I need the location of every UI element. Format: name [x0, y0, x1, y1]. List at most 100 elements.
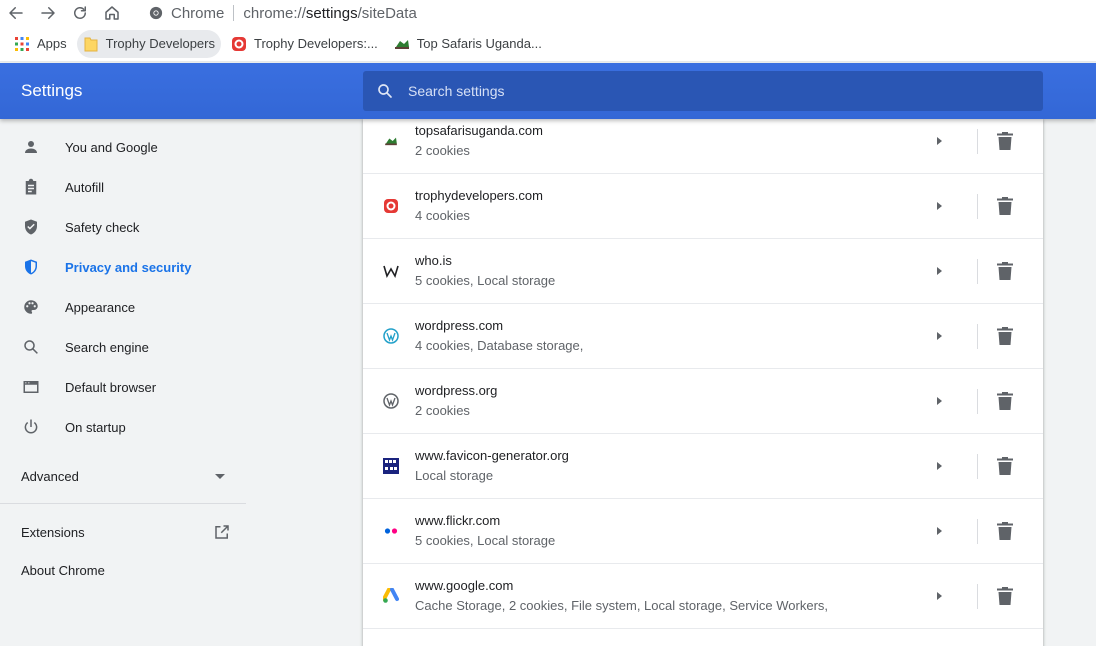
google-ads-favicon	[383, 588, 399, 604]
sidebar-item-appearance[interactable]: Appearance	[0, 287, 246, 327]
row-separator	[977, 324, 978, 349]
arrow-right-icon	[41, 7, 55, 19]
trash-icon	[997, 327, 1013, 345]
sidebar-item-search-engine[interactable]: Search engine	[0, 327, 246, 367]
expand-arrow-icon[interactable]	[929, 456, 949, 476]
delete-button[interactable]	[995, 326, 1015, 346]
bookmark-label: Trophy Developers	[105, 36, 215, 51]
clipboard-icon	[21, 177, 41, 197]
site-data-summary: Cache Storage, 2 cookies, File system, L…	[415, 598, 829, 613]
palette-icon	[21, 297, 41, 317]
site-data-summary: 2 cookies	[415, 143, 470, 158]
sidebar-item-label: On startup	[65, 419, 126, 435]
extensions-label: Extensions	[21, 524, 85, 540]
delete-button[interactable]	[995, 391, 1015, 411]
flickr-favicon	[383, 523, 399, 539]
site-row[interactable]: trophydevelopers.com 4 cookies	[363, 174, 1043, 239]
site-name: www.favicon-generator.org	[415, 448, 569, 463]
open-in-new-icon	[215, 525, 229, 539]
search-icon	[378, 84, 392, 98]
expand-arrow-icon[interactable]	[929, 586, 949, 606]
chrome-icon	[149, 6, 163, 20]
delete-button[interactable]	[995, 586, 1015, 606]
sidebar-item-autofill[interactable]: Autofill	[0, 167, 246, 207]
delete-button[interactable]	[995, 456, 1015, 476]
home-button[interactable]	[96, 0, 128, 26]
row-separator	[977, 389, 978, 414]
expand-arrow-icon[interactable]	[929, 131, 949, 151]
row-separator	[977, 519, 978, 544]
trophy-developers-favicon	[383, 198, 399, 214]
expand-arrow-icon[interactable]	[929, 326, 949, 346]
url-path: /siteData	[357, 4, 417, 22]
omnibox-brand: Chrome	[171, 4, 225, 22]
reload-button[interactable]	[64, 0, 96, 26]
back-button[interactable]	[0, 0, 32, 26]
top-safaris-favicon	[394, 36, 410, 52]
site-row[interactable]: who.is 5 cookies, Local storage	[363, 239, 1043, 304]
site-row[interactable]: wordpress.com 4 cookies, Database storag…	[363, 304, 1043, 369]
bookmark-folder-trophy[interactable]: Trophy Developers	[76, 29, 221, 58]
omnibox[interactable]: Chrome chrome://settings/siteData	[140, 0, 417, 26]
site-data-summary: 5 cookies, Local storage	[415, 273, 556, 288]
expand-arrow-icon[interactable]	[929, 521, 949, 541]
browser-icon	[21, 377, 41, 397]
url-scheme: chrome://	[243, 4, 306, 22]
url-host: settings	[305, 4, 358, 22]
delete-button[interactable]	[995, 196, 1015, 216]
sidebar-item-you-and-google[interactable]: You and Google	[0, 127, 246, 167]
search-box[interactable]	[363, 71, 1043, 111]
bookmark-trophy-developers[interactable]: Trophy Developers:...	[225, 30, 384, 58]
site-row[interactable]: www.favicon-generator.org Local storage	[363, 434, 1043, 499]
delete-button[interactable]	[995, 521, 1015, 541]
sidebar-item-label: Default browser	[65, 379, 157, 395]
sidebar-item-label: Safety check	[65, 219, 140, 235]
site-row[interactable]: www.flickr.com 5 cookies, Local storage	[363, 499, 1043, 564]
whois-favicon	[383, 263, 399, 279]
sidebar-item-label: You and Google	[65, 139, 158, 155]
search-input[interactable]	[408, 83, 1008, 99]
wordpress-com-favicon	[383, 328, 399, 344]
sidebar-divider	[0, 503, 246, 504]
bookmark-label: Apps	[37, 36, 67, 51]
sidebar-item-label: Appearance	[65, 299, 136, 315]
sidebar-item-on-startup[interactable]: On startup	[0, 407, 246, 447]
site-data-list: topsafarisuganda.com 2 cookies trophydev…	[363, 119, 1043, 646]
reload-icon	[74, 6, 86, 19]
site-row[interactable]: wordpress.org 2 cookies	[363, 369, 1043, 434]
folder-icon	[83, 36, 99, 52]
sidebar-item-label: Search engine	[65, 339, 149, 355]
expand-arrow-icon[interactable]	[929, 196, 949, 216]
row-separator	[977, 259, 978, 284]
delete-button[interactable]	[995, 261, 1015, 281]
trash-icon	[997, 392, 1013, 410]
browser-toolbar: Chrome chrome://settings/siteData	[0, 0, 1096, 26]
omnibox-url[interactable]: chrome://settings/siteData	[243, 5, 416, 22]
bookmark-top-safaris[interactable]: Top Safaris Uganda...	[388, 30, 548, 58]
sidebar-item-privacy-and-security[interactable]: Privacy and security	[0, 247, 246, 287]
sidebar-item-safety-check[interactable]: Safety check	[0, 207, 246, 247]
trash-icon	[997, 262, 1013, 280]
advanced-toggle[interactable]: Advanced	[21, 465, 231, 487]
expand-arrow-icon[interactable]	[929, 261, 949, 281]
site-name: who.is	[415, 253, 452, 268]
arrow-left-icon	[9, 7, 23, 19]
page-title: Settings	[21, 81, 83, 100]
about-chrome-link[interactable]: About Chrome	[21, 563, 105, 578]
site-name: topsafarisuganda.com	[415, 123, 543, 138]
top-safaris-favicon	[383, 133, 399, 149]
trash-icon	[997, 197, 1013, 215]
site-name: www.flickr.com	[415, 513, 501, 528]
trash-icon	[997, 587, 1013, 605]
bookmark-apps[interactable]: Apps	[8, 30, 73, 58]
forward-button[interactable]	[32, 0, 64, 26]
site-row[interactable]: www.google.com Cache Storage, 2 cookies,…	[363, 564, 1043, 629]
sidebar-item-label: Privacy and security	[65, 259, 192, 275]
expand-arrow-icon[interactable]	[929, 391, 949, 411]
extensions-link[interactable]: Extensions	[21, 521, 231, 543]
delete-button[interactable]	[995, 131, 1015, 151]
trash-icon	[997, 522, 1013, 540]
row-separator	[977, 584, 978, 609]
site-data-summary: 4 cookies, Database storage,	[415, 338, 584, 353]
sidebar-item-default-browser[interactable]: Default browser	[0, 367, 246, 407]
